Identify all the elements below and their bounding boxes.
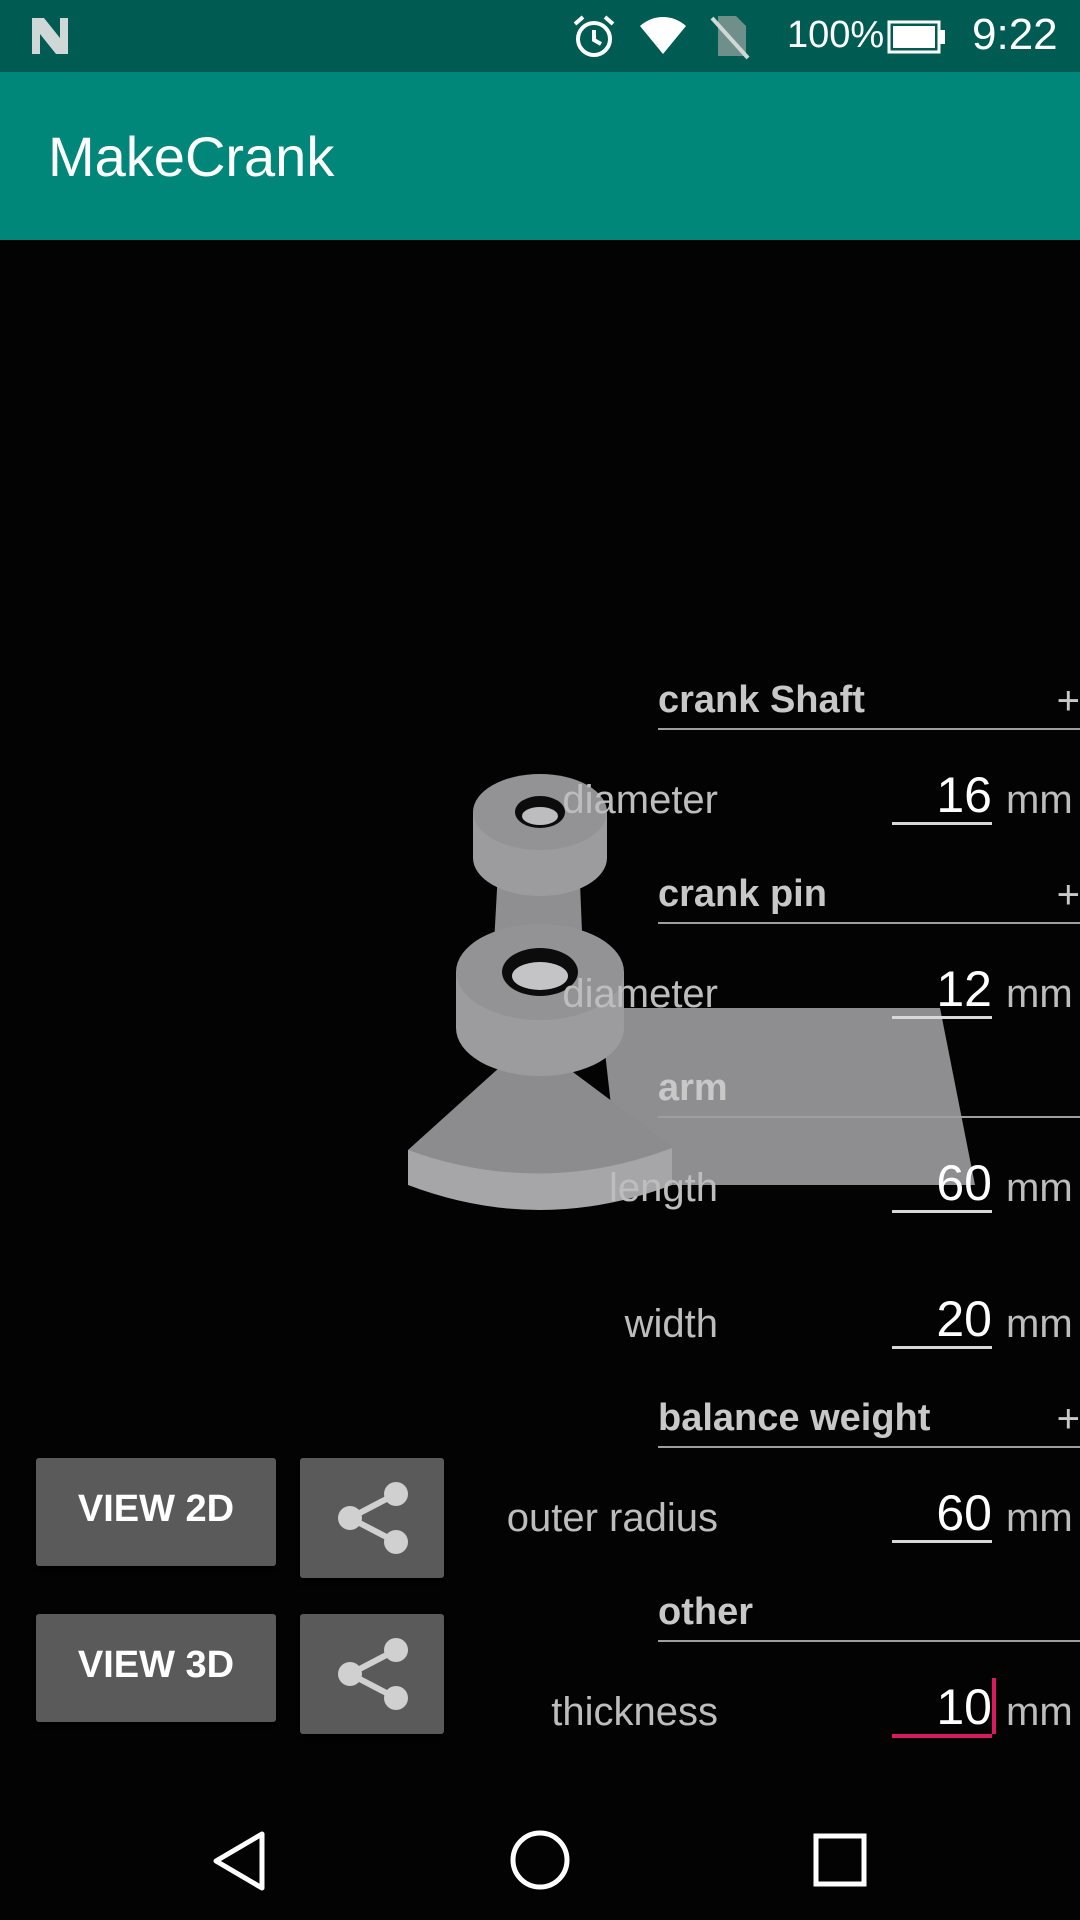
section-other: other — [658, 1584, 1080, 1642]
button-label: VIEW 3D — [77, 1644, 235, 1686]
share-icon — [338, 1638, 408, 1710]
outer-radius-input[interactable]: 60 — [892, 1478, 992, 1543]
field-label: outer radius — [506, 1496, 718, 1540]
wifi-icon — [640, 17, 686, 54]
status-bar: 100% 9:22 — [0, 0, 1080, 72]
unit-label: mm — [1006, 972, 1073, 1016]
expand-toggle[interactable]: + — [1057, 679, 1080, 724]
field-label: diameter — [562, 778, 718, 822]
home-icon[interactable] — [508, 1828, 572, 1892]
field-value: 12 — [936, 961, 992, 1017]
navigation-bar — [0, 1790, 1080, 1920]
field-value: 20 — [936, 1291, 992, 1347]
section-crank-pin: crank pin + — [658, 866, 1080, 924]
field-label: width — [624, 1302, 718, 1346]
app-bar: MakeCrank — [0, 72, 1080, 240]
field-value: 16 — [936, 767, 992, 823]
battery-icon — [887, 20, 945, 54]
section-arm: arm — [658, 1060, 1080, 1118]
clock: 9:22 — [972, 10, 1058, 59]
arm-width-input[interactable]: 20 — [892, 1284, 992, 1349]
view-2d-button[interactable]: VIEW 2D — [36, 1458, 276, 1566]
field-label: diameter — [562, 972, 718, 1016]
unit-label: mm — [1006, 1302, 1073, 1346]
outer-radius-row: outer radius 60 mm — [507, 1478, 1080, 1558]
section-title: crank pin — [658, 873, 827, 915]
unit-label: mm — [1006, 778, 1073, 822]
alarm-icon — [573, 15, 615, 57]
thickness-input[interactable]: 10 — [892, 1672, 996, 1738]
thickness-row: thickness 10 mm — [551, 1672, 1080, 1752]
share-2d-button[interactable] — [300, 1458, 444, 1578]
section-crank-shaft: crank Shaft + — [658, 672, 1080, 730]
text-cursor — [992, 1678, 996, 1734]
expand-toggle[interactable]: + — [1057, 1397, 1080, 1442]
recents-icon[interactable] — [812, 1832, 868, 1888]
arm-length-input[interactable]: 60 — [892, 1148, 992, 1213]
arm-length-row: length 60 mm — [609, 1148, 1080, 1228]
section-balance-weight: balance weight + — [658, 1390, 1080, 1448]
field-label: length — [609, 1166, 718, 1210]
crank-pin-diameter-input[interactable]: 12 — [892, 954, 992, 1019]
field-value: 10 — [936, 1679, 992, 1735]
view-3d-button[interactable]: VIEW 3D — [36, 1614, 276, 1722]
section-title: arm — [658, 1067, 728, 1109]
section-title: crank Shaft — [658, 679, 865, 721]
share-icon — [338, 1482, 408, 1554]
crank-pin-diameter-row: diameter 12 mm — [562, 954, 1080, 1034]
unit-label: mm — [1006, 1166, 1073, 1210]
crank-shaft-diameter-row: diameter 16 mm — [562, 760, 1080, 840]
field-label: thickness — [551, 1690, 718, 1734]
field-value: 60 — [936, 1485, 992, 1541]
unit-label: mm — [1006, 1690, 1073, 1734]
battery-percent: 100% — [787, 14, 885, 56]
app-title: MakeCrank — [48, 125, 335, 188]
share-3d-button[interactable] — [300, 1614, 444, 1734]
arm-width-row: width 20 mm — [625, 1284, 1080, 1364]
crank-shaft-diameter-input[interactable]: 16 — [892, 760, 992, 825]
section-title: other — [658, 1591, 753, 1633]
no-sim-icon — [710, 16, 750, 60]
section-title: balance weight — [658, 1397, 931, 1439]
button-label: VIEW 2D — [77, 1488, 235, 1530]
expand-toggle[interactable]: + — [1057, 873, 1080, 918]
back-icon[interactable] — [210, 1830, 270, 1892]
n-logo-icon — [32, 18, 68, 54]
unit-label: mm — [1006, 1496, 1073, 1540]
field-value: 60 — [936, 1155, 992, 1211]
